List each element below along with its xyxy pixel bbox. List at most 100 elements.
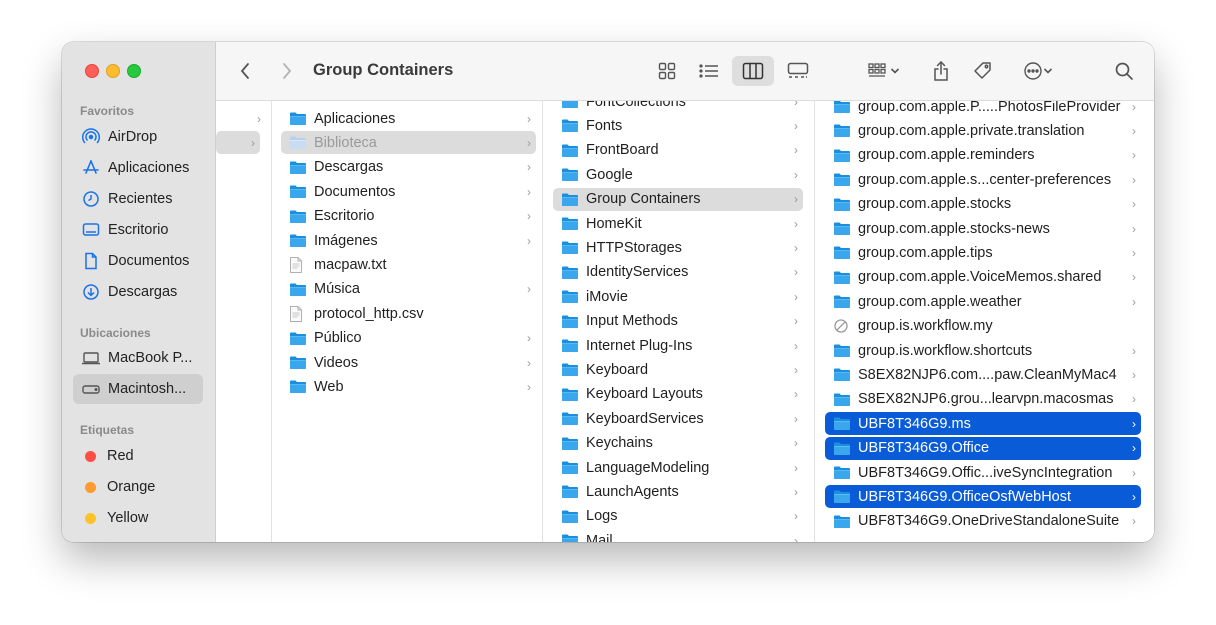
list-item[interactable]: Biblioteca ›: [281, 131, 536, 155]
sidebar: Favoritos AirDrop Aplicaciones Recientes…: [62, 42, 216, 542]
list-item[interactable]: KeyboardServices ›: [553, 407, 803, 430]
list-item[interactable]: UBF8T346G9.OfficeOsfWebHost ›: [825, 485, 1141, 509]
share-button[interactable]: [928, 56, 954, 86]
sidebar-item-airdrop[interactable]: AirDrop: [73, 122, 203, 152]
minimize-button[interactable]: [106, 64, 120, 78]
list-item[interactable]: Imágenes ›: [281, 229, 536, 252]
sidebar-item-label: Yellow: [107, 510, 149, 526]
chevron-right-icon: ›: [1132, 343, 1136, 358]
list-item-label: group.com.apple.tips: [858, 244, 993, 261]
airdrop-icon: [81, 127, 101, 147]
sidebar-item-desktop[interactable]: Escritorio: [73, 215, 203, 245]
list-item[interactable]: FrontBoard ›: [553, 139, 803, 162]
list-item-label: group.com.apple.VoiceMemos.shared: [858, 269, 1102, 286]
desktop-icon: [81, 220, 101, 240]
list-item[interactable]: Documentos ›: [281, 180, 536, 203]
chevron-right-icon: ›: [794, 101, 798, 109]
back-icon: [240, 63, 249, 79]
list-item[interactable]: FontCollections ›: [553, 101, 803, 113]
list-item[interactable]: Logs ›: [553, 505, 803, 528]
list-item[interactable]: group.com.apple.stocks-news ›: [825, 217, 1141, 240]
icon-view-button[interactable]: [652, 56, 682, 86]
tag-icon: [974, 62, 991, 79]
list-item[interactable]: Público ›: [281, 327, 536, 350]
clock-icon: [81, 189, 101, 209]
sidebar-item-downloads[interactable]: Descargas: [73, 277, 203, 307]
zoom-button[interactable]: [127, 64, 141, 78]
close-button[interactable]: [85, 64, 99, 78]
list-item[interactable]: UBF8T346G9.Offic...iveSyncIntegration ›: [825, 461, 1141, 484]
list-item[interactable]: Keyboard ›: [553, 358, 803, 381]
list-item[interactable]: Internet Plug-Ins ›: [553, 334, 803, 357]
group-button[interactable]: [862, 56, 906, 86]
column-view-button[interactable]: [732, 56, 774, 86]
list-item[interactable]: UBF8T346G9.OneDriveStandaloneSuite ›: [825, 510, 1141, 533]
list-view-button[interactable]: [692, 56, 726, 86]
list-item[interactable]: S8EX82NJP6.grou...learvpn.macosmas ›: [825, 388, 1141, 411]
folder-icon: [289, 135, 307, 151]
list-item[interactable]: S8EX82NJP6.com....paw.CleanMyMac4 ›: [825, 363, 1141, 386]
blocked-icon: [833, 318, 851, 334]
list-item-label: UBF8T346G9.Office: [858, 440, 990, 457]
list-item[interactable]: Google ›: [553, 163, 803, 186]
list-item[interactable]: Música ›: [281, 278, 536, 301]
chevron-right-icon: ›: [794, 118, 798, 133]
list-item[interactable]: LanguageModeling ›: [553, 456, 803, 479]
list-item[interactable]: group.com.apple.stocks ›: [825, 193, 1141, 216]
list-item[interactable]: Videos ›: [281, 351, 536, 374]
sidebar-item-recents[interactable]: Recientes: [73, 184, 203, 214]
sidebar-item-applications[interactable]: Aplicaciones: [73, 153, 203, 183]
list-item[interactable]: UBF8T346G9.Office ›: [825, 436, 1141, 460]
list-item[interactable]: group.com.apple.s...center-preferences ›: [825, 168, 1141, 191]
forward-button[interactable]: [276, 56, 298, 86]
list-item[interactable]: iMovie ›: [553, 285, 803, 308]
list-item-label: IdentityServices: [586, 264, 689, 281]
sidebar-item-label: Orange: [107, 479, 156, 495]
sidebar-tag-orange[interactable]: Orange: [73, 472, 203, 502]
list-item[interactable]: Mail ›: [553, 529, 803, 542]
list-item[interactable]: Web ›: [281, 375, 536, 398]
list-item[interactable]: ›: [216, 107, 266, 130]
list-item[interactable]: ›: [216, 131, 260, 154]
list-item[interactable]: Input Methods ›: [553, 310, 803, 333]
sidebar-item-macintosh-hd[interactable]: Macintosh...: [73, 374, 203, 404]
list-item[interactable]: Fonts ›: [553, 114, 803, 137]
list-item[interactable]: group.com.apple.VoiceMemos.shared ›: [825, 266, 1141, 289]
list-item[interactable]: macpaw.txt: [281, 253, 536, 276]
list-item[interactable]: Keyboard Layouts ›: [553, 383, 803, 406]
list-item[interactable]: HomeKit ›: [553, 212, 803, 235]
sidebar-item-macbook[interactable]: MacBook P...: [73, 343, 203, 373]
list-item[interactable]: group.com.apple.P.....PhotosFileProvider…: [825, 101, 1141, 118]
list-item[interactable]: group.com.apple.reminders ›: [825, 144, 1141, 167]
list-item[interactable]: UBF8T346G9.ms ›: [825, 412, 1141, 436]
search-button[interactable]: [1110, 56, 1138, 86]
gallery-view-button[interactable]: [780, 56, 816, 86]
sidebar-item-label: Macintosh...: [108, 381, 187, 397]
folder-icon: [561, 338, 579, 354]
list-item[interactable]: group.com.apple.weather ›: [825, 290, 1141, 313]
list-item[interactable]: HTTPStorages ›: [553, 236, 803, 259]
list-item[interactable]: LaunchAgents ›: [553, 480, 803, 503]
list-item[interactable]: Descargas ›: [281, 156, 536, 179]
tag-button[interactable]: [970, 56, 996, 86]
list-item[interactable]: group.is.workflow.shortcuts ›: [825, 339, 1141, 362]
list-item[interactable]: Escritorio ›: [281, 205, 536, 228]
sidebar-item-documents[interactable]: Documentos: [73, 246, 203, 276]
list-item[interactable]: group.com.apple.private.translation ›: [825, 119, 1141, 142]
sidebar-tag-yellow[interactable]: Yellow: [73, 503, 203, 533]
list-item-label: group.com.apple.s...center-preferences: [858, 171, 1112, 188]
sidebar-tag-red[interactable]: Red: [73, 441, 203, 471]
back-button[interactable]: [234, 56, 256, 86]
folder-icon: [561, 533, 579, 542]
list-item[interactable]: group.is.workflow.my: [825, 315, 1141, 338]
column-library: FontCollections › Fonts › FrontBoard › Google ›…: [543, 101, 815, 542]
list-item[interactable]: group.com.apple.tips ›: [825, 241, 1141, 264]
list-item[interactable]: Keychains ›: [553, 432, 803, 455]
list-item[interactable]: IdentityServices ›: [553, 261, 803, 284]
more-button[interactable]: [1016, 56, 1060, 86]
folder-icon: [561, 191, 579, 207]
list-item[interactable]: Aplicaciones ›: [281, 107, 536, 130]
list-item[interactable]: protocol_http.csv: [281, 302, 536, 325]
folder-icon: [289, 208, 307, 224]
list-item[interactable]: Group Containers ›: [553, 187, 803, 211]
